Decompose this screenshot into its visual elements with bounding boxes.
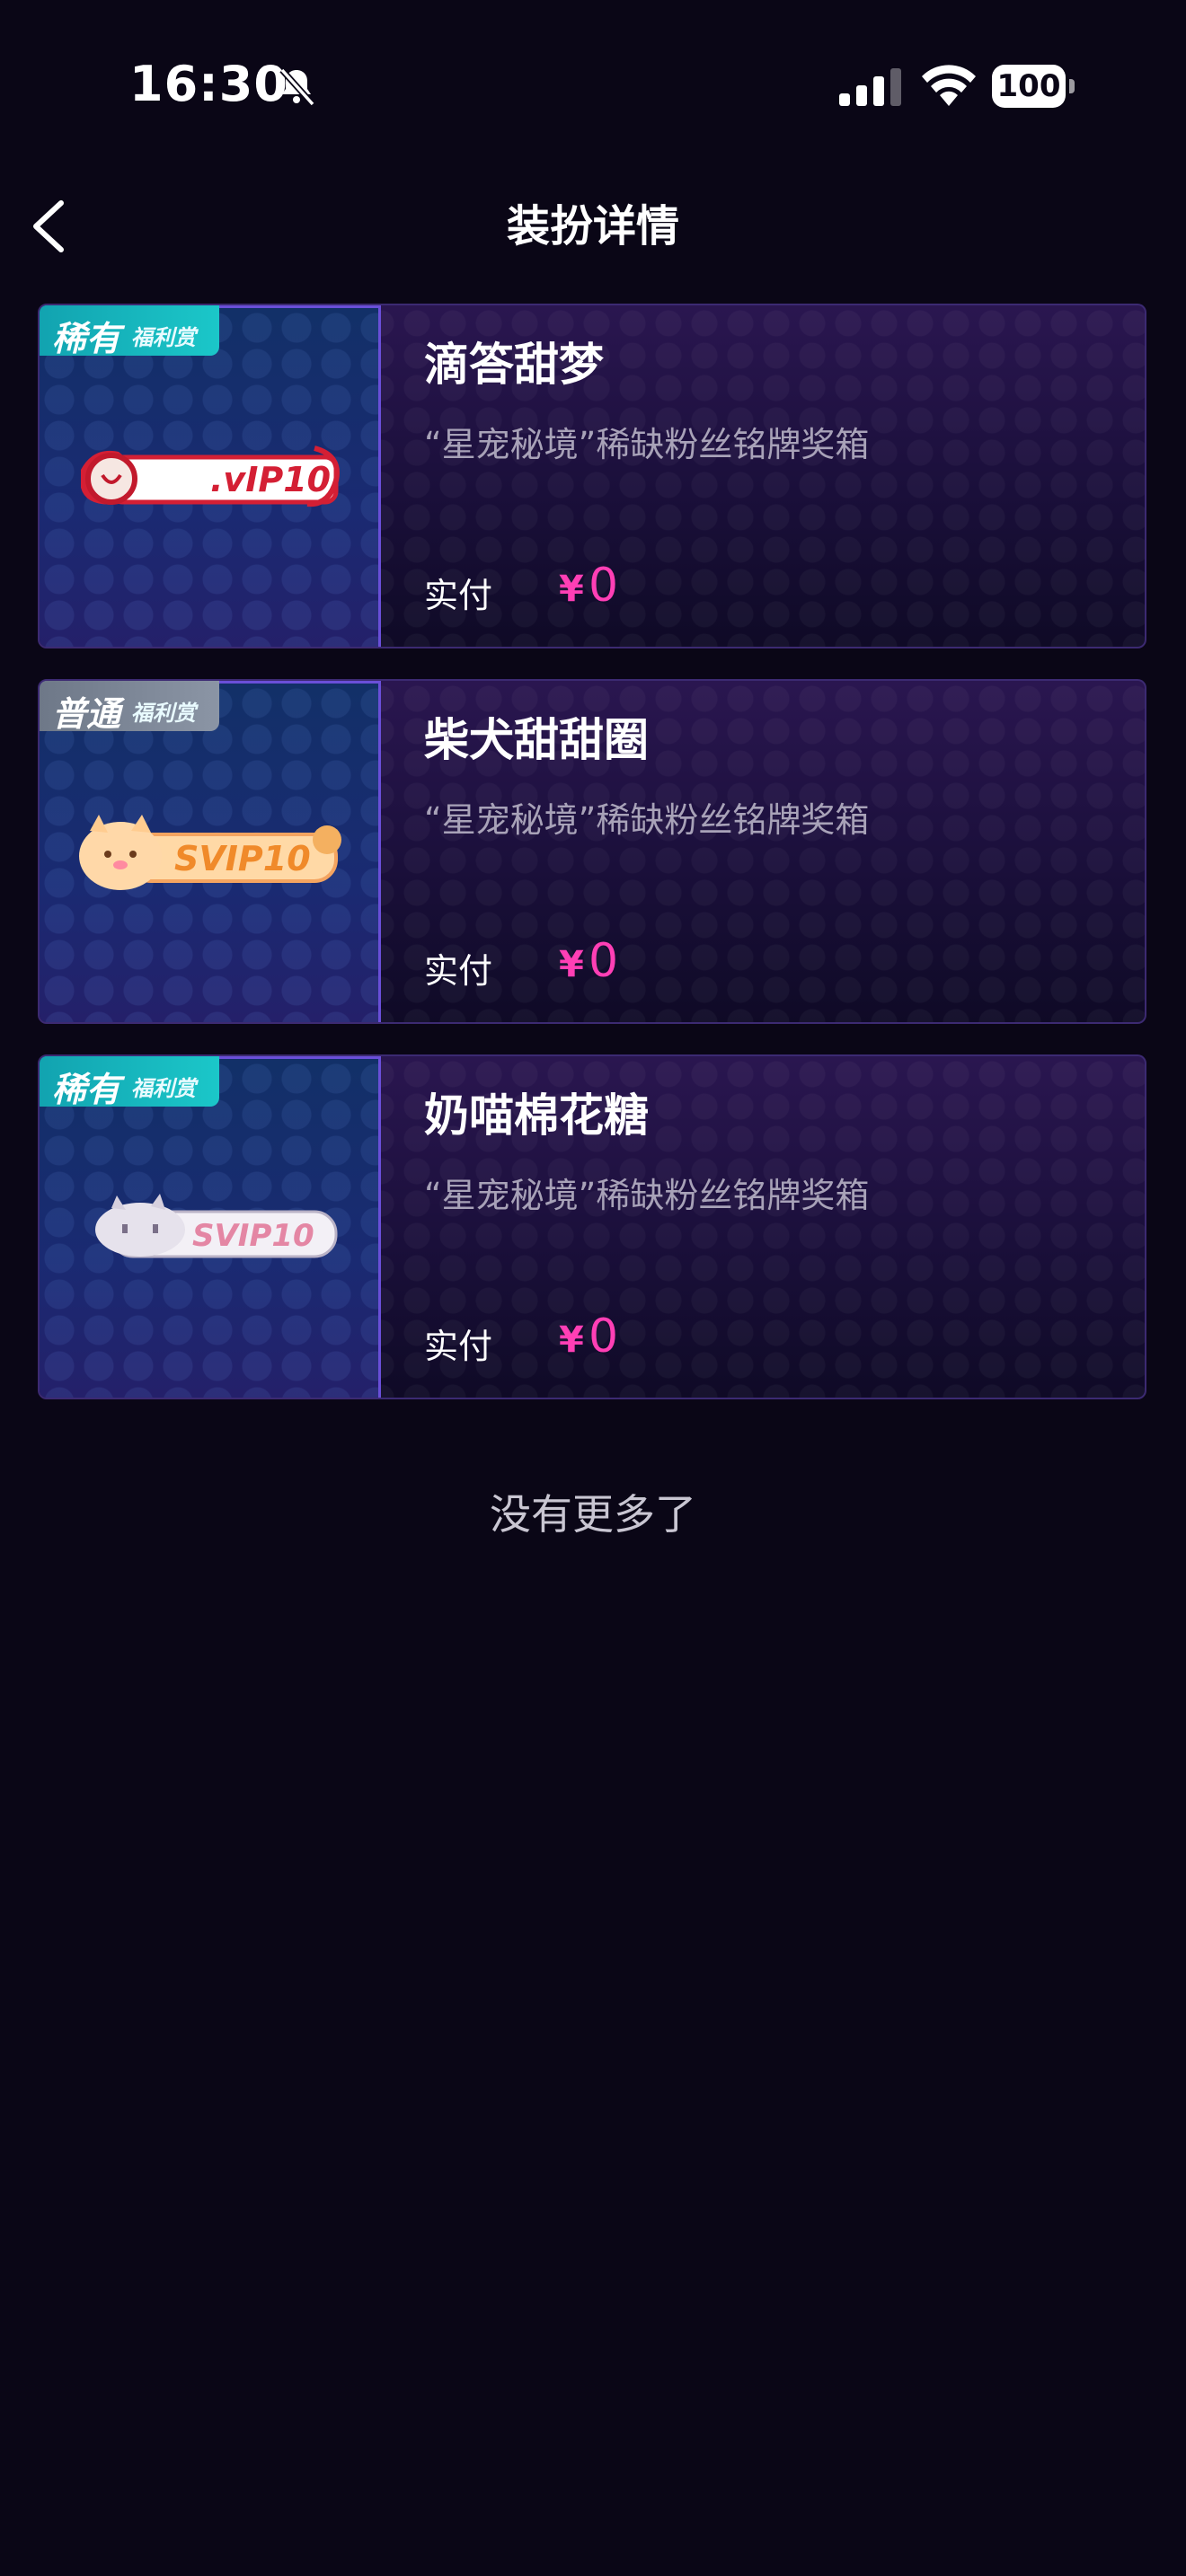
- page-title: 装扮详情: [506, 201, 679, 251]
- bell-slash-icon: [279, 67, 315, 107]
- price: ¥ 0: [559, 1310, 618, 1363]
- rarity-tag: 稀有 福利赏: [40, 1056, 219, 1109]
- tag-sub: 福利赏: [131, 701, 196, 726]
- wifi-icon: [922, 65, 976, 106]
- cellular-signal-icon: [839, 68, 901, 106]
- rarity-tag: 普通 福利赏: [40, 681, 219, 734]
- paid-label: 实付: [424, 576, 493, 615]
- list-item[interactable]: .vIP10 稀有 福利赏 滴答甜梦 “星宠秘境”稀缺粉丝铭牌奖箱 实付 ¥ 0: [38, 304, 1146, 648]
- tag-sub: 福利赏: [131, 325, 196, 350]
- price-symbol: ¥: [559, 1319, 584, 1361]
- paid-label: 实付: [424, 951, 493, 991]
- tag-sub: 福利赏: [131, 1076, 196, 1101]
- price-value: 0: [588, 559, 619, 613]
- tag-main: 普通: [52, 694, 121, 734]
- vip-badge-image: .vIP10: [81, 446, 340, 507]
- price: ¥ 0: [559, 559, 618, 613]
- item-name: 滴答甜梦: [424, 339, 604, 391]
- badge-text: SVIP10: [174, 839, 311, 878]
- status-bar: 16:30 100: [0, 0, 1186, 180]
- vip-badge-image: SVIP10: [79, 815, 341, 890]
- item-description: “星宠秘境”稀缺粉丝铭牌奖箱: [424, 425, 870, 464]
- price-symbol: ¥: [559, 569, 584, 610]
- price-value: 0: [588, 934, 619, 988]
- price: ¥ 0: [559, 934, 618, 988]
- item-name: 奶喵棉花糖: [424, 1090, 649, 1142]
- status-time: 16:30: [129, 56, 288, 112]
- tag-main: 稀有: [52, 1070, 121, 1109]
- badge-text: SVIP10: [192, 1218, 314, 1254]
- item-description: “星宠秘境”稀缺粉丝铭牌奖箱: [424, 800, 870, 840]
- price-symbol: ¥: [559, 944, 584, 985]
- rarity-tag: 稀有 福利赏: [40, 305, 219, 358]
- battery-cap: [1069, 79, 1075, 93]
- end-of-list-text: 没有更多了: [490, 1490, 696, 1539]
- item-description: “星宠秘境”稀缺粉丝铭牌奖箱: [424, 1176, 870, 1215]
- battery-level: 100: [996, 68, 1061, 104]
- vip-badge-image: SVIP10: [95, 1194, 338, 1258]
- list-item[interactable]: SVIP10 普通 福利赏 柴犬甜甜圈 “星宠秘境”稀缺粉丝铭牌奖箱 实付 ¥ …: [38, 679, 1146, 1024]
- paid-label: 实付: [424, 1327, 493, 1366]
- list-item[interactable]: SVIP10 稀有 福利赏 奶喵棉花糖 “星宠秘境”稀缺粉丝铭牌奖箱 实付 ¥ …: [38, 1054, 1146, 1399]
- item-name: 柴犬甜甜圈: [424, 714, 649, 766]
- badge-text: .vIP10: [210, 460, 331, 499]
- price-value: 0: [588, 1310, 619, 1363]
- battery-icon: 100: [992, 65, 1075, 108]
- tag-main: 稀有: [52, 319, 121, 358]
